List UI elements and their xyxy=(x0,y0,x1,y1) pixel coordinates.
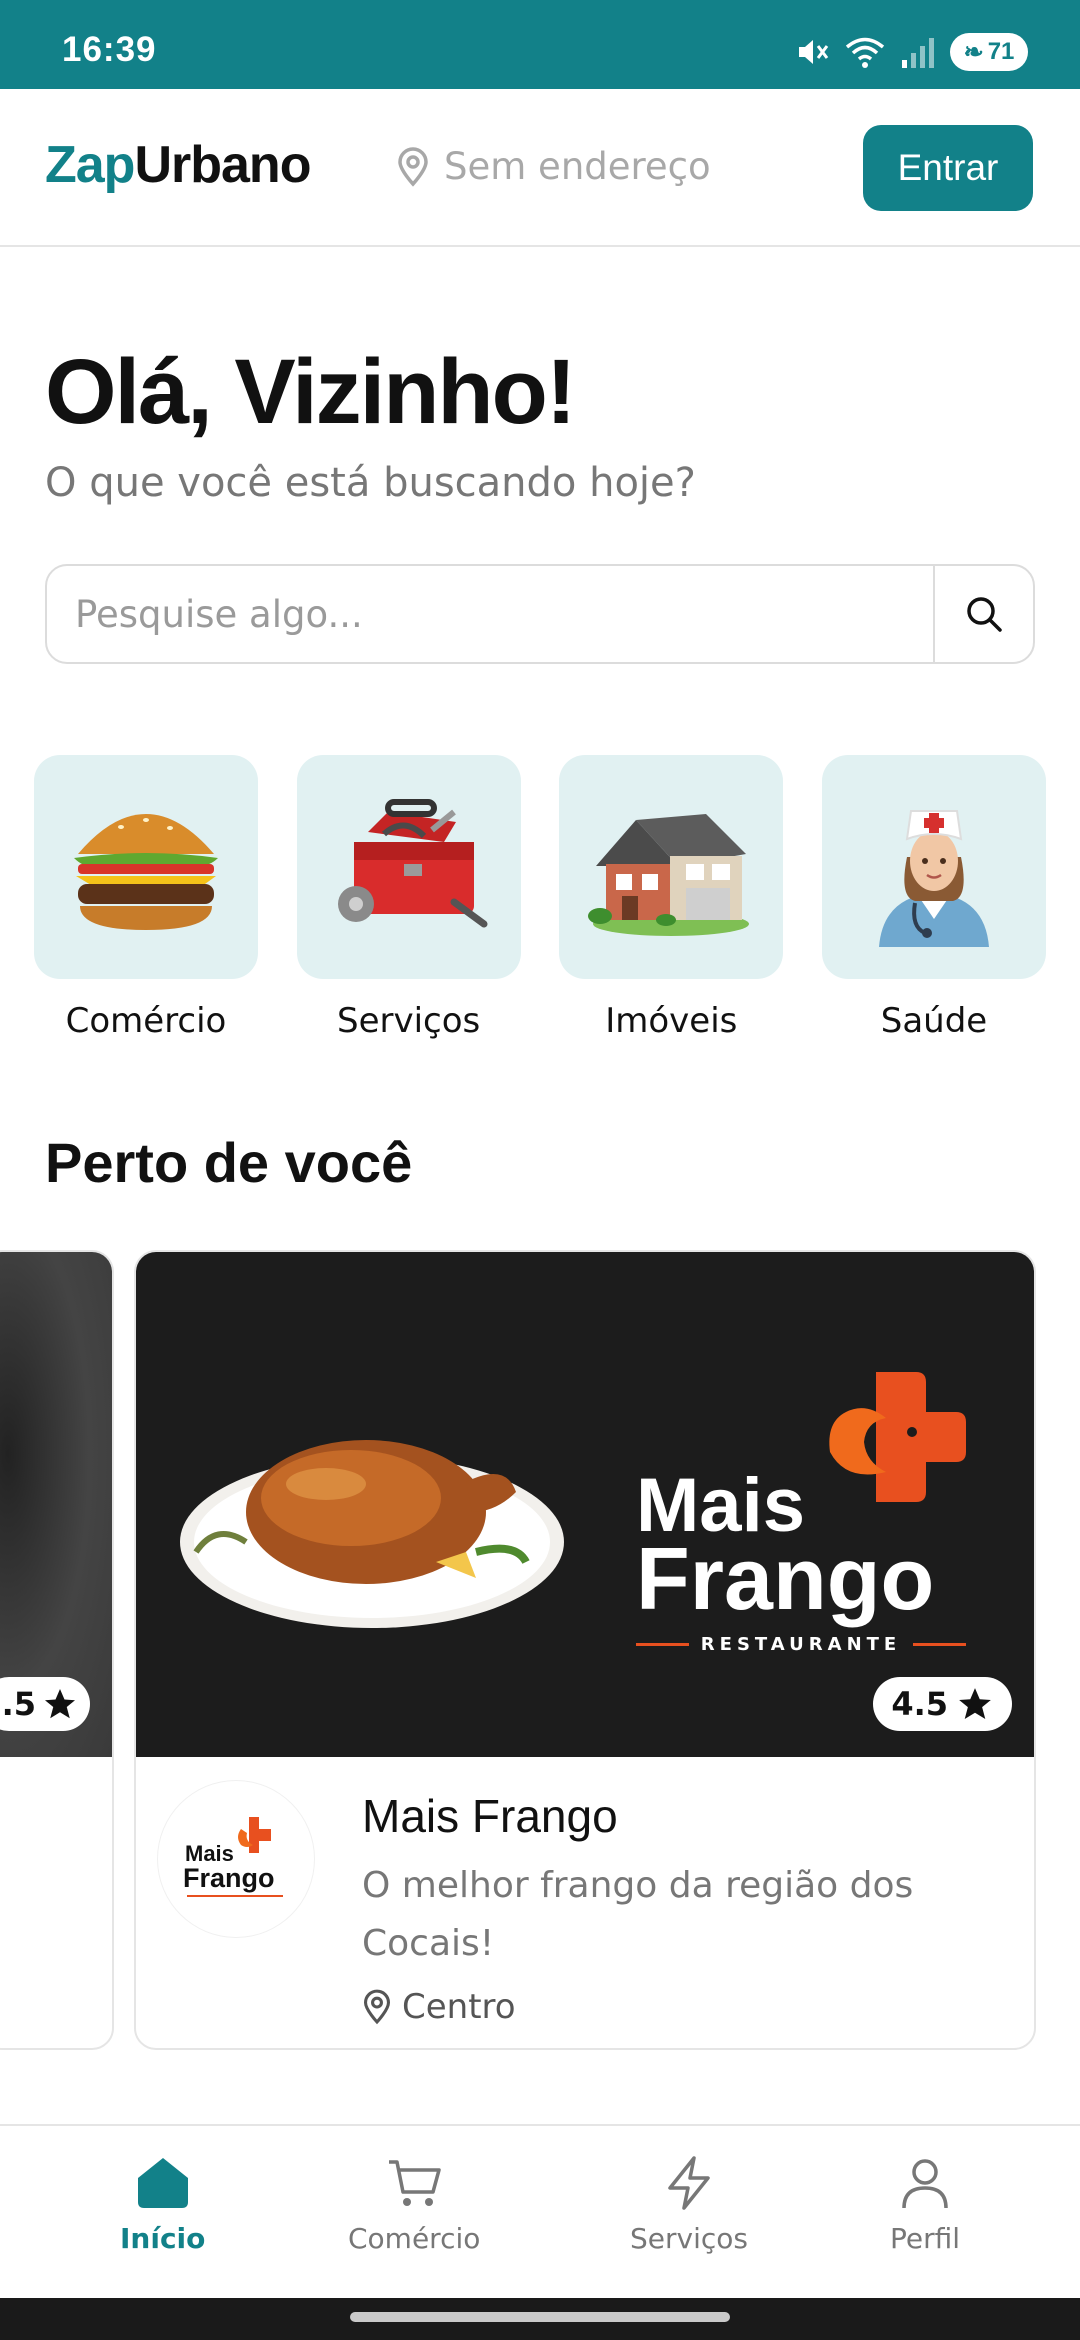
nav-perfil[interactable]: Perfil xyxy=(890,2154,960,2255)
nearby-section-title: Perto de você xyxy=(45,1131,413,1194)
search-button[interactable] xyxy=(933,566,1033,662)
status-bar: 16:39 ❧ 71 xyxy=(0,0,1080,89)
business-name: Mais Frango xyxy=(362,1790,618,1842)
search-input[interactable] xyxy=(47,566,933,662)
star-icon xyxy=(959,1688,991,1720)
category-tile[interactable] xyxy=(34,755,258,979)
category-comercio[interactable]: Comércio xyxy=(34,755,258,1041)
system-navigation-bar xyxy=(0,2298,1080,2340)
burger-icon xyxy=(74,814,218,930)
location-pin-icon xyxy=(398,146,428,187)
star-icon xyxy=(45,1689,75,1719)
business-card-mais-frango[interactable]: Mais Frango RESTAURANTE 4.5 Mais Frango xyxy=(134,1250,1036,2050)
category-list: Comércio Serviços Imóveis Saúde xyxy=(34,755,1046,1041)
cart-icon xyxy=(389,2160,441,2206)
category-tile[interactable] xyxy=(821,755,1046,979)
nav-servicos[interactable]: Serviços xyxy=(630,2154,748,2255)
toolbox-icon xyxy=(337,799,488,928)
status-time: 16:39 xyxy=(62,30,157,69)
battery-level: 71 xyxy=(987,38,1015,65)
brand-mark-small-icon xyxy=(238,1817,271,1853)
nav-inicio[interactable]: Início xyxy=(120,2154,205,2255)
rating-badge: .5 xyxy=(0,1677,90,1731)
rating-value: .5 xyxy=(1,1685,36,1723)
nav-label: Início xyxy=(120,2222,206,2255)
rating-badge: 4.5 xyxy=(873,1677,1012,1731)
greeting-subtitle: O que você está buscando hoje? xyxy=(45,460,696,506)
business-banner: Mais Frango RESTAURANTE 4.5 xyxy=(136,1252,1034,1757)
business-banner-blurred: .5 xyxy=(0,1252,112,1757)
login-button[interactable]: Entrar xyxy=(863,125,1033,211)
category-tile[interactable] xyxy=(559,755,784,979)
category-saude[interactable]: Saúde xyxy=(821,755,1046,1041)
bottom-navigation: Início Comércio Serviços Perfil xyxy=(0,2124,1080,2298)
brand-urbano: Urbano xyxy=(134,136,311,194)
business-location: Centro xyxy=(362,1987,516,2027)
banner-brand-tag: RESTAURANTE xyxy=(636,1634,966,1655)
category-label: Saúde xyxy=(880,1001,988,1041)
category-imoveis[interactable]: Imóveis xyxy=(559,755,784,1041)
search-bar xyxy=(45,564,1035,664)
address-selector[interactable]: Sem endereço xyxy=(396,145,711,188)
location-pin-icon xyxy=(363,1989,391,2025)
brand-zap: Zap xyxy=(45,136,135,194)
business-description: O melhor frango da região dos Cocais! xyxy=(362,1865,914,1964)
search-icon xyxy=(967,597,1002,632)
category-label: Serviços xyxy=(337,1001,481,1041)
rating-value: 4.5 xyxy=(891,1685,948,1723)
business-avatar: Mais Frango xyxy=(158,1781,314,1937)
app-header: ZapUrbano Sem endereço Entrar xyxy=(0,89,1080,247)
avatar-brand-word2: Frango xyxy=(183,1863,275,1893)
nav-comercio[interactable]: Comércio xyxy=(348,2154,480,2255)
bolt-icon xyxy=(668,2156,710,2210)
category-servicos[interactable]: Serviços xyxy=(296,755,521,1041)
signal-icon xyxy=(902,38,934,68)
roast-chicken-image xyxy=(180,1440,564,1628)
house-icon xyxy=(588,814,750,936)
nav-label: Perfil xyxy=(890,2222,961,2255)
location-text: Centro xyxy=(402,1987,516,2027)
address-text: Sem endereço xyxy=(444,145,711,188)
business-card-partial[interactable]: .5 xyxy=(0,1250,114,2050)
brand-mark-icon xyxy=(829,1372,966,1502)
home-icon xyxy=(137,2158,188,2208)
greeting-title: Olá, Vizinho! xyxy=(45,341,576,443)
wifi-icon xyxy=(845,37,885,68)
banner-brand-word2: Frango xyxy=(636,1529,935,1628)
user-icon xyxy=(902,2159,948,2209)
nav-label: Serviços xyxy=(630,2222,748,2255)
category-tile[interactable] xyxy=(296,755,521,979)
battery-indicator: ❧ 71 xyxy=(950,33,1028,71)
home-gesture-handle[interactable] xyxy=(350,2312,730,2322)
banner-tag-text: RESTAURANTE xyxy=(700,1634,902,1655)
brand-logo-banner: Mais Frango RESTAURANTE xyxy=(636,1362,996,1655)
leaf-icon: ❧ xyxy=(963,38,984,66)
business-info: Mais Frango Mais Frango O melhor frango … xyxy=(136,1757,1034,2048)
status-icons: ❧ 71 xyxy=(794,33,1028,71)
avatar-tag-line xyxy=(187,1895,283,1897)
category-label: Imóveis xyxy=(605,1001,738,1041)
brand-logo[interactable]: ZapUrbano xyxy=(45,135,311,195)
mute-icon xyxy=(799,40,829,64)
nurse-icon xyxy=(878,810,989,947)
category-label: Comércio xyxy=(65,1001,227,1041)
nav-label: Comércio xyxy=(348,2222,481,2255)
